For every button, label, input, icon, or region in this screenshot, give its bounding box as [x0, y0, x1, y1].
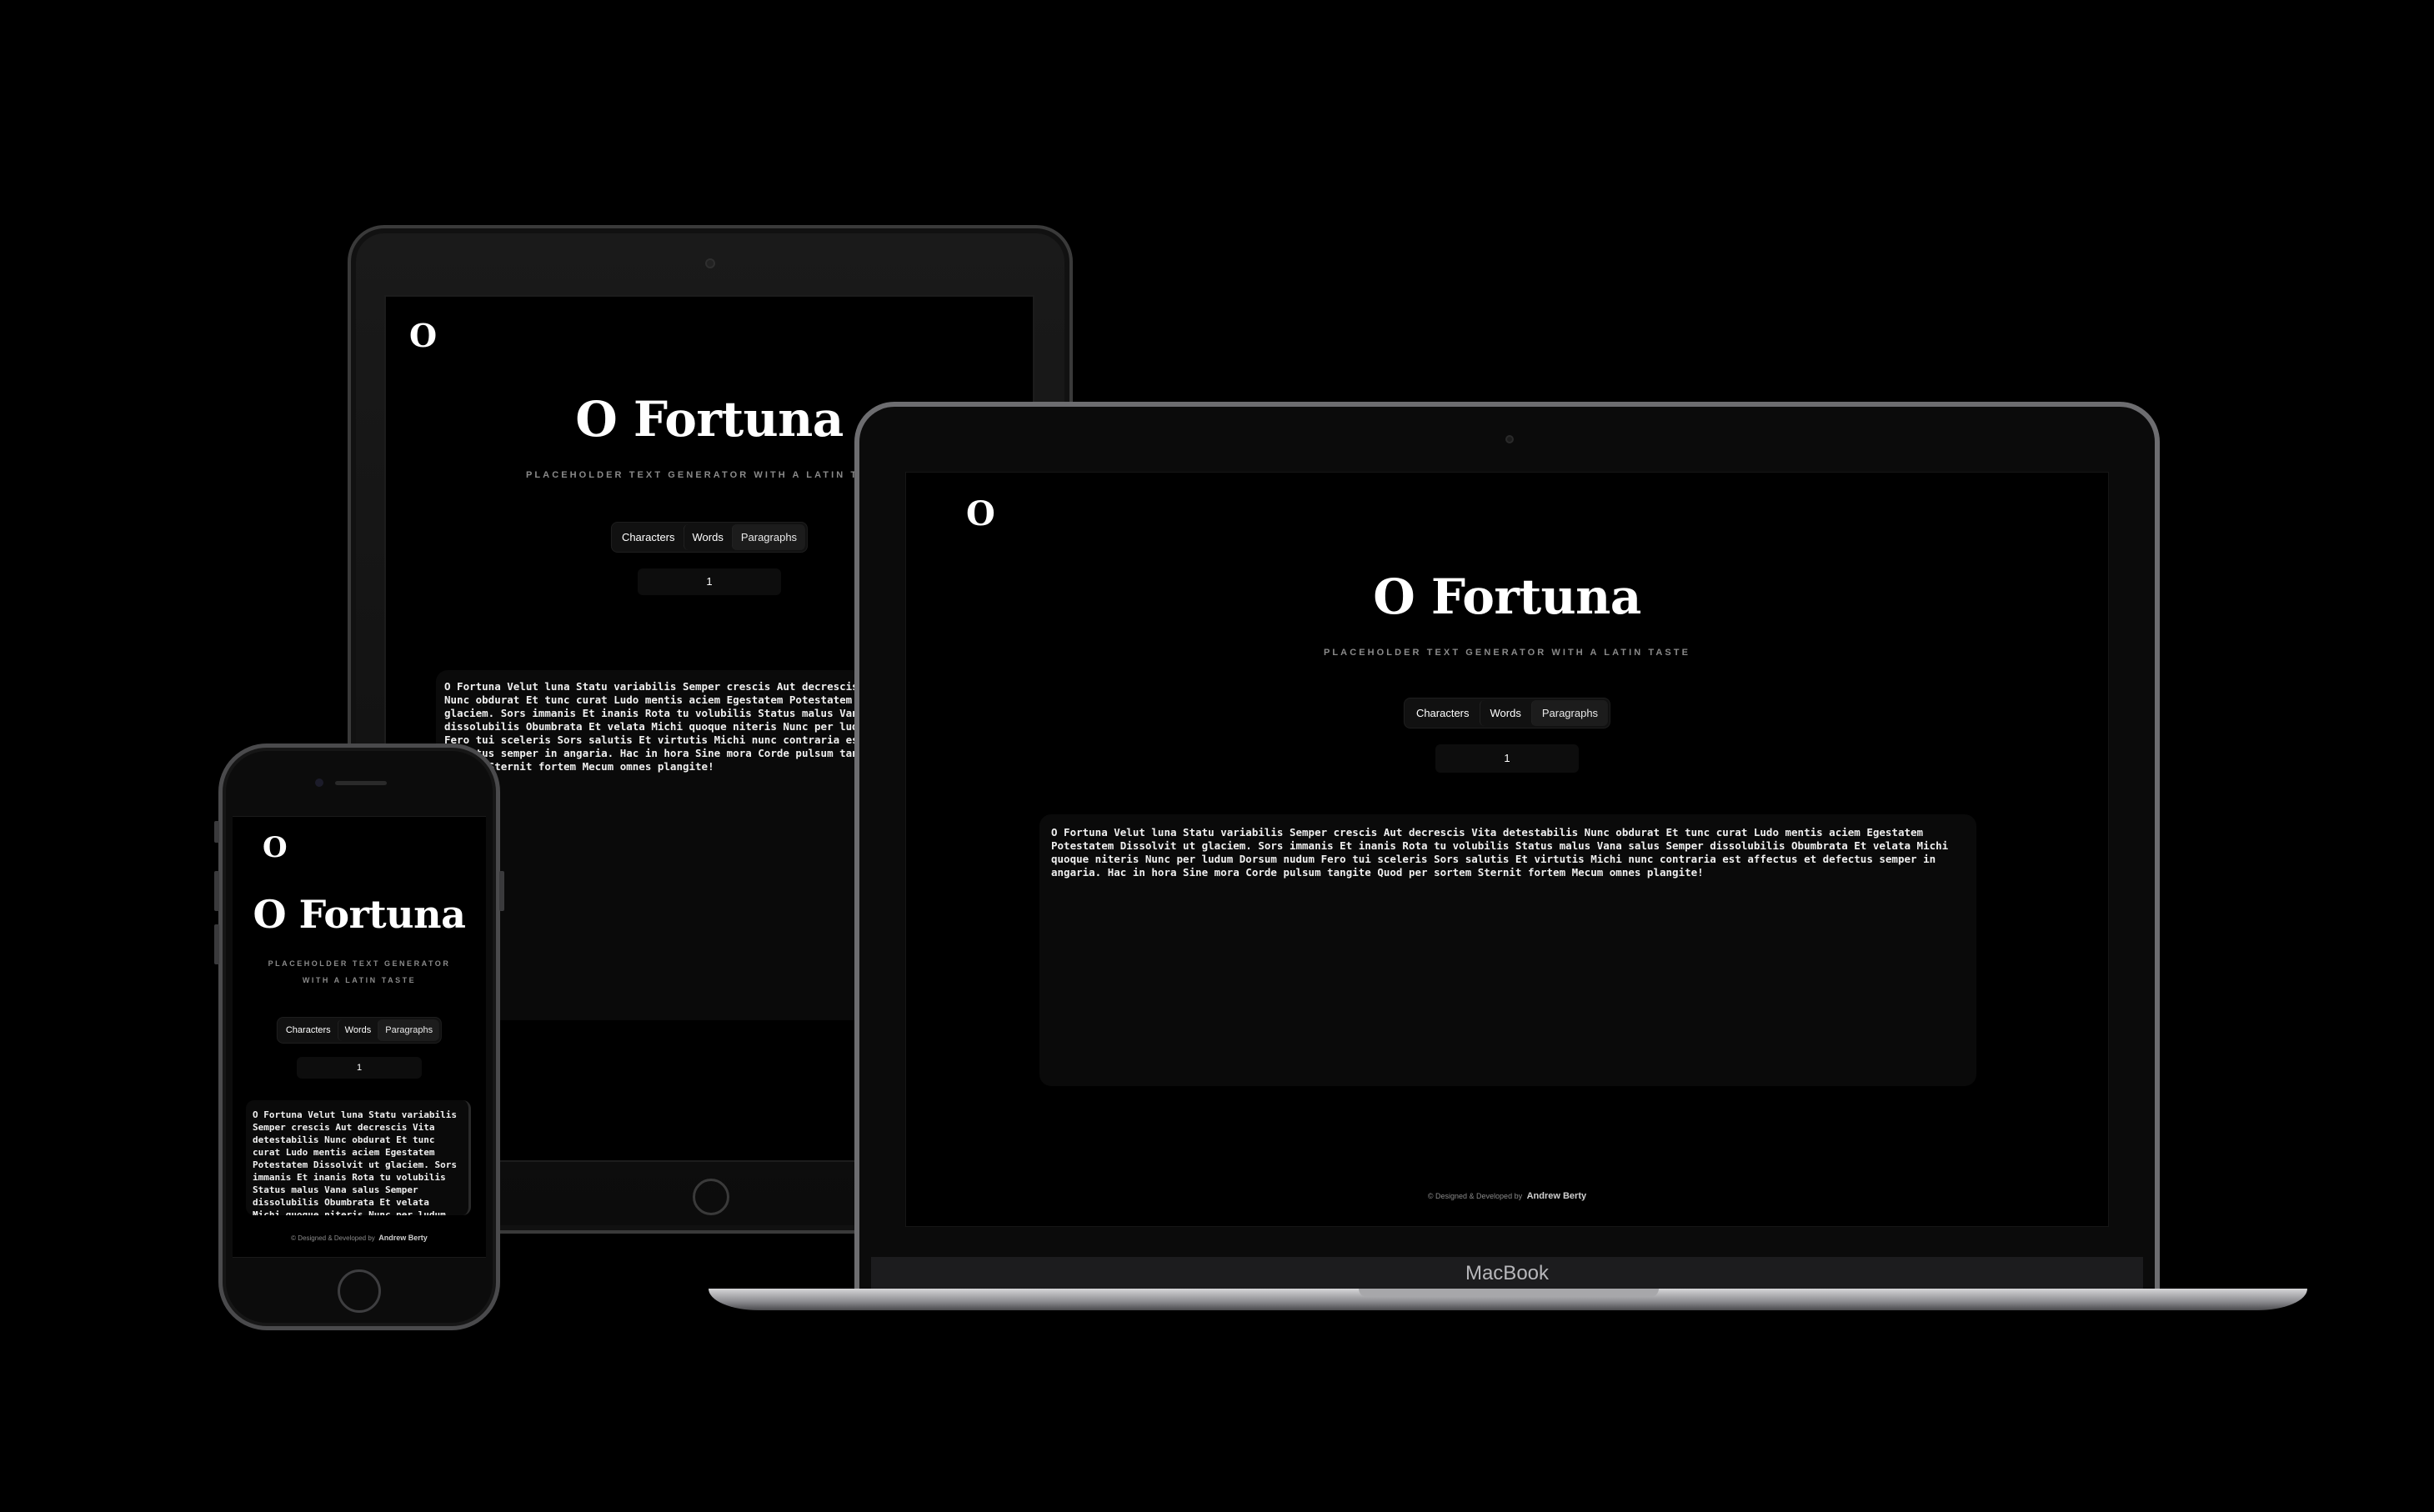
tab-characters[interactable]: Characters: [1406, 700, 1480, 726]
logo[interactable]: O: [966, 498, 995, 531]
logo[interactable]: O: [263, 834, 288, 862]
count-input[interactable]: 1: [638, 568, 781, 595]
mode-tabs: Characters Words Paragraphs: [1403, 698, 1611, 728]
tab-words[interactable]: Words: [683, 524, 732, 550]
page-subtitle: PLACEHOLDER TEXT GENERATOR WITH A LATIN …: [1323, 648, 1691, 658]
tab-paragraphs[interactable]: Paragraphs: [731, 524, 806, 550]
mode-tabs: Characters Words Paragraphs: [276, 1017, 443, 1044]
footer-prefix: © Designed & Developed by: [1427, 1192, 1523, 1200]
footer-prefix: © Designed & Developed by: [291, 1234, 375, 1242]
ipad-home-button: [693, 1179, 729, 1215]
footer-author-link[interactable]: Andrew Berty: [1527, 1191, 1587, 1201]
macbook-camera: [1505, 435, 1514, 443]
iphone-mute-switch: [214, 821, 219, 843]
page-title: O Fortuna: [253, 892, 466, 937]
page-subtitle: PLACEHOLDER TEXT GENERATOR WITH A LATIN …: [268, 959, 451, 984]
iphone-camera: [315, 779, 323, 787]
iphone-volume-down: [214, 924, 219, 964]
page-title: O Fortuna: [1373, 568, 1641, 625]
count-input[interactable]: 1: [297, 1057, 422, 1079]
macbook-base: [709, 1289, 2307, 1310]
tab-paragraphs[interactable]: Paragraphs: [378, 1019, 440, 1041]
macbook-notch: [1359, 1289, 1659, 1297]
tab-characters[interactable]: Characters: [614, 524, 684, 550]
iphone-home-button: [338, 1269, 381, 1313]
iphone-speaker: [335, 781, 387, 785]
tab-paragraphs[interactable]: Paragraphs: [1530, 700, 1609, 726]
macbook-chin: MacBook: [871, 1257, 2143, 1290]
logo[interactable]: O: [409, 320, 437, 352]
macbook-screen: O O Fortuna PLACEHOLDER TEXT GENERATOR W…: [905, 472, 2109, 1227]
ipad-camera: [705, 258, 715, 268]
tab-characters[interactable]: Characters: [279, 1019, 338, 1041]
macbook-device: O O Fortuna PLACEHOLDER TEXT GENERATOR W…: [854, 402, 2160, 1290]
iphone-volume-up: [214, 871, 219, 911]
generated-text[interactable]: O Fortuna Velut luna Statu variabilis Se…: [246, 1100, 471, 1215]
footer: © Designed & Developed by Andrew Berty: [906, 1191, 2108, 1201]
generated-text[interactable]: O Fortuna Velut luna Statu variabilis Se…: [1039, 814, 1976, 1086]
count-input[interactable]: 1: [1435, 744, 1579, 773]
footer-author-link[interactable]: Andrew Berty: [378, 1234, 428, 1242]
footer: © Designed & Developed by Andrew Berty: [233, 1234, 486, 1242]
iphone-screen: O O Fortuna PLACEHOLDER TEXT GENERATOR W…: [233, 816, 486, 1258]
mode-tabs: Characters Words Paragraphs: [610, 522, 809, 553]
macbook-brand-label: MacBook: [1465, 1262, 1550, 1284]
iphone-device: O O Fortuna PLACEHOLDER TEXT GENERATOR W…: [214, 743, 504, 1330]
tab-words[interactable]: Words: [1479, 700, 1531, 726]
tab-words[interactable]: Words: [337, 1019, 378, 1041]
iphone-power-button: [499, 871, 504, 911]
